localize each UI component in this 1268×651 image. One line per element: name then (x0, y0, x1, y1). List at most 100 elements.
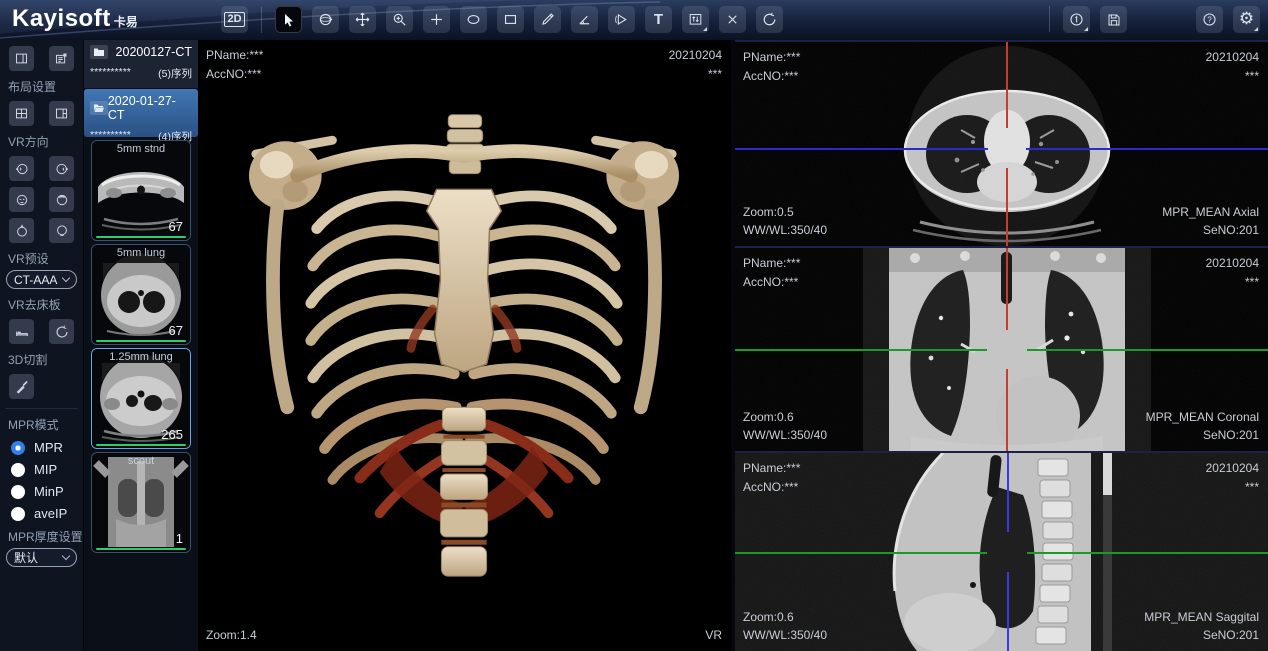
sagittal-date: 20210204 (1206, 459, 1259, 478)
vr-patient-overlay: PName:*** AccNO:*** (206, 46, 263, 83)
axial-crosshair-vertical-top[interactable] (1006, 42, 1008, 128)
layout-1-button[interactable] (9, 46, 34, 71)
sagittal-crosshair-vertical-bottom[interactable] (1007, 572, 1009, 651)
head-bottom-icon (54, 223, 70, 239)
mpr-mode-option-minp[interactable]: MinP (0, 484, 83, 499)
vr-direction-bottom-button[interactable] (49, 218, 74, 243)
help-icon: ? (1201, 11, 1218, 28)
save-button[interactable] (1100, 6, 1127, 33)
coronal-crosshair-vertical-bottom[interactable] (1006, 369, 1008, 451)
coronal-crosshair-horizontal-right[interactable] (1027, 349, 1268, 351)
thumbnail-image-count: 1 (176, 531, 183, 546)
gear-icon: ⚙ (1239, 11, 1254, 28)
coronal-crosshair-horizontal-left[interactable] (735, 349, 987, 351)
grid-2x2-icon (14, 106, 29, 121)
vr-preset-dropdown[interactable]: CT-AAA (6, 270, 77, 289)
zoom-tool-button[interactable] (386, 6, 413, 33)
rectangle-tool-button[interactable] (497, 6, 524, 33)
mpr-mode-label: MinP (34, 484, 64, 499)
report-button[interactable] (1063, 6, 1090, 33)
coronal-wwwl: WW/WL:350/40 (743, 426, 827, 445)
top-bar: Kayisoft 卡易 2D (0, 0, 1268, 40)
mpr-coronal-viewport[interactable]: PName:*** AccNO:*** 20210204 *** Zoom:0.… (735, 246, 1268, 451)
mpr-mode-label: MIP (34, 462, 57, 477)
rotate-3d-tool-button[interactable] (312, 6, 339, 33)
cursor-tool-button[interactable] (275, 6, 302, 33)
vr-3d-ribcage-rendering (248, 112, 680, 624)
vr-direction-back-button[interactable] (49, 187, 74, 212)
layout-2-button[interactable] (49, 46, 74, 71)
vr-direction-top-button[interactable] (9, 218, 34, 243)
mpr-thickness-dropdown[interactable]: 默认 (6, 548, 77, 567)
mpr-mode-option-mip[interactable]: MIP (0, 462, 83, 477)
text-tool-button[interactable]: T (645, 6, 672, 33)
vr-viewport[interactable]: PName:*** AccNO:*** 20210204 *** Zoom:1.… (198, 40, 731, 651)
coronal-stars: *** (1206, 273, 1259, 292)
cut3d-knife-button[interactable] (9, 374, 34, 399)
study-patient: ********** (90, 66, 131, 81)
study-item[interactable]: 20200127-CT ********** (5)序列 (84, 40, 198, 88)
thumbnail-progress-bar (96, 548, 186, 550)
save-floppy-icon (1106, 12, 1122, 28)
mpr-mode-option-mpr[interactable]: MPR (0, 440, 83, 455)
mpr-axial-viewport[interactable]: PName:*** AccNO:*** 20210204 *** Zoom:0.… (735, 40, 1268, 246)
help-button[interactable]: ? (1196, 6, 1223, 33)
delete-tool-button[interactable] (719, 6, 746, 33)
series-thumbnail-scout[interactable]: scout 1 (91, 452, 191, 553)
mpr-column: PName:*** AccNO:*** 20210204 *** Zoom:0.… (735, 40, 1268, 651)
series-thumbnail-1-25mm-lung-selected[interactable]: 1.25mm lung 265 (91, 348, 191, 449)
reset-icon (761, 11, 778, 28)
pan-tool-button[interactable] (349, 6, 376, 33)
zoom-in-icon (391, 11, 408, 28)
cobb-angle-tool-button[interactable] (608, 6, 635, 33)
layout-split-button[interactable] (49, 101, 74, 126)
mode-2d-button[interactable]: 2D (221, 6, 248, 33)
axial-crosshair-horizontal-right[interactable] (1026, 148, 1268, 150)
window-level-tool-button[interactable] (682, 6, 709, 33)
layout-section-label: 布局设置 (0, 78, 83, 95)
axial-wwwl: WW/WL:350/40 (743, 221, 827, 240)
bed-restore-button[interactable] (49, 319, 74, 344)
axial-crosshair-vertical-bottom[interactable] (1006, 168, 1008, 246)
reset-tool-button[interactable] (756, 6, 783, 33)
vr-mode-overlay: VR (705, 626, 722, 645)
vr-pname: PName:*** (206, 46, 263, 65)
reset-icon (54, 324, 70, 340)
remove-bed-button[interactable] (9, 319, 34, 344)
layout-grid-2x2-button[interactable] (9, 101, 34, 126)
sagittal-crosshair-horizontal-right[interactable] (1027, 552, 1268, 554)
ellipse-tool-button[interactable] (460, 6, 487, 33)
mpr-mode-option-aveip[interactable]: aveIP (0, 506, 83, 521)
series-thumbnail-5mm-lung[interactable]: 5mm lung 67 (91, 244, 191, 345)
angle-tool-button[interactable] (571, 6, 598, 33)
crosshair-tool-button[interactable] (423, 6, 450, 33)
coronal-crosshair-vertical-top[interactable] (1006, 248, 1008, 330)
series-thumbnail-5mm-stnd[interactable]: 5mm stnd 67 (91, 140, 191, 241)
vr-zoom-overlay: Zoom:1.4 (206, 626, 257, 645)
chevron-down-icon (62, 274, 70, 282)
measure-length-tool-button[interactable] (534, 6, 561, 33)
mpr-sagittal-viewport[interactable]: PName:*** AccNO:*** 20210204 *** Zoom:0.… (735, 451, 1268, 651)
toolbar-divider (1049, 6, 1050, 32)
sagittal-label: MPR_MEAN Saggital (1144, 608, 1259, 627)
vr-direction-left-button[interactable] (9, 156, 34, 181)
vr-accno: AccNO:*** (206, 65, 263, 84)
axial-seno: SeNO:201 (1162, 221, 1259, 240)
vr-direction-front-button[interactable] (9, 187, 34, 212)
axial-pname: PName:*** (743, 48, 800, 67)
settings-button[interactable]: ⚙ (1233, 6, 1260, 33)
coronal-study-overlay: 20210204 *** (1206, 254, 1259, 291)
axial-crosshair-horizontal-left[interactable] (735, 148, 988, 150)
thumbnail-label: 1.25mm lung (92, 351, 190, 363)
sagittal-seno: SeNO:201 (1144, 626, 1259, 645)
sagittal-crosshair-horizontal-left[interactable] (735, 552, 987, 554)
coronal-series-overlay: MPR_MEAN Coronal SeNO:201 (1146, 408, 1259, 445)
axial-patient-overlay: PName:*** AccNO:*** (743, 48, 800, 85)
vr-preset-section-label: VR预设 (0, 250, 83, 267)
study-item-selected[interactable]: 2020-01-27-CT ********** (4)序列 (84, 89, 198, 137)
vr-direction-right-button[interactable] (49, 156, 74, 181)
coronal-date: 20210204 (1206, 254, 1259, 273)
sagittal-crosshair-vertical-top[interactable] (1007, 453, 1009, 532)
sagittal-zoom: Zoom:0.6 (743, 608, 827, 627)
head-left-icon (14, 161, 30, 177)
